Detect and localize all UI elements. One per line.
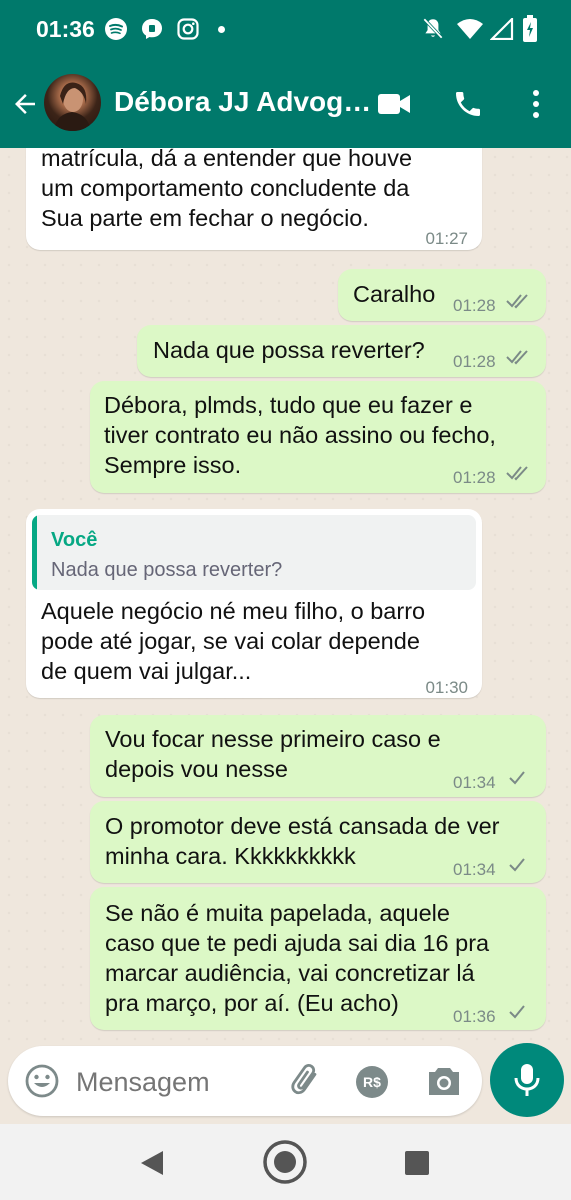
message-bubble-incoming[interactable]: matrícula, dá a entender que houve um co… [26, 148, 482, 250]
message-text: minha cara. Kkkkkkkkkk [105, 843, 356, 869]
message-bubble-outgoing[interactable]: Nada que possa reverter? 01:28 [137, 325, 546, 377]
avatar[interactable] [44, 74, 101, 131]
phone-icon[interactable] [452, 88, 484, 120]
message-text: marcar audiência, vai concretizar lá [105, 960, 475, 986]
message-text: caso que te pedi ajuda sai dia 16 pra [105, 930, 490, 956]
message-text: tiver contrato eu não assino ou fecho, [104, 422, 496, 448]
message-text: matrícula, dá a entender que houve [41, 148, 413, 171]
message-text: Caralho [353, 281, 436, 307]
message-time: 01:30 [425, 678, 468, 697]
chat-header: Débora JJ Advog… [0, 60, 571, 148]
message-bubble-incoming[interactable]: Você Nada que possa reverter? Aquele neg… [26, 509, 482, 698]
mute-icon [423, 18, 443, 39]
message-text: Se não é muita papelada, aquele [105, 900, 450, 926]
home-nav-icon[interactable] [262, 1139, 308, 1185]
contact-name[interactable]: Débora JJ Advog… [114, 86, 371, 118]
message-text: Débora, plmds, tudo que eu fazer e [104, 392, 473, 418]
attach-icon[interactable] [286, 1062, 326, 1100]
dot-icon [218, 26, 225, 33]
wifi-icon [457, 19, 483, 39]
status-bar: 01:36 [0, 0, 571, 60]
message-text: de quem vai julgar... [41, 658, 252, 684]
message-time: 01:28 [453, 296, 496, 315]
signal-icon [490, 18, 514, 40]
messenger-icon [142, 19, 162, 39]
mic-button[interactable] [490, 1043, 564, 1117]
battery-icon [523, 15, 537, 42]
mic-icon [514, 1064, 540, 1096]
message-text: pode até jogar, se vai colar depende [41, 628, 420, 654]
quote-bar [32, 515, 37, 590]
sent-tick-icon [509, 771, 525, 785]
quoted-message[interactable]: Você Nada que possa reverter? [32, 515, 476, 590]
message-time: 01:27 [425, 229, 468, 248]
sent-tick-icon [509, 1005, 525, 1019]
payment-icon-label: R$ [363, 1074, 381, 1090]
emoji-icon[interactable] [24, 1063, 60, 1099]
message-time: 01:28 [453, 352, 496, 371]
back-nav-icon[interactable] [139, 1149, 165, 1177]
message-bubble-outgoing[interactable]: Caralho 01:28 [338, 269, 546, 321]
message-text: depois vou nesse [105, 756, 288, 782]
more-options-icon[interactable] [522, 88, 550, 120]
back-arrow-icon[interactable] [10, 89, 40, 119]
message-bubble-outgoing[interactable]: Débora, plmds, tudo que eu fazer e tiver… [90, 381, 546, 493]
message-bubble-outgoing[interactable]: Vou focar nesse primeiro caso e depois v… [90, 715, 546, 797]
message-text: Nada que possa reverter? [153, 337, 425, 363]
read-receipt-icon [506, 294, 528, 309]
message-text: um comportamento concludente da [41, 175, 410, 201]
camera-icon[interactable] [426, 1064, 462, 1098]
message-bubble-outgoing[interactable]: Se não é muita papelada, aquele caso que… [90, 887, 546, 1030]
status-time: 01:36 [36, 16, 95, 42]
message-time: 01:28 [453, 468, 496, 487]
quote-author: Você [51, 529, 98, 551]
quote-text: Nada que possa reverter? [51, 559, 283, 581]
message-text: O promotor deve está cansada de ver [105, 813, 500, 839]
message-time: 01:36 [453, 1007, 496, 1026]
message-input[interactable] [74, 1062, 278, 1102]
sent-tick-icon [509, 858, 525, 872]
message-composer: R$ [8, 1046, 482, 1116]
message-time: 01:34 [453, 773, 496, 792]
chat-area[interactable]: matrícula, dá a entender que houve um co… [0, 148, 571, 1044]
spotify-icon [105, 18, 127, 40]
recents-nav-icon[interactable] [404, 1150, 430, 1176]
navigation-bar [0, 1124, 571, 1200]
message-text: Vou focar nesse primeiro caso e [105, 726, 441, 752]
message-text: Sempre isso. [104, 452, 242, 478]
instagram-icon [177, 18, 199, 40]
read-receipt-icon [506, 466, 528, 481]
message-text: Sua parte em fechar o negócio. [41, 205, 369, 231]
message-bubble-outgoing[interactable]: O promotor deve está cansada de ver minh… [90, 801, 546, 883]
message-time: 01:34 [453, 860, 496, 879]
message-text: pra março, por aí. (Eu acho) [105, 990, 399, 1016]
video-call-icon[interactable] [376, 90, 412, 118]
read-receipt-icon [506, 350, 528, 365]
message-text: Aquele negócio né meu filho, o barro [41, 598, 426, 624]
payment-icon[interactable]: R$ [356, 1066, 388, 1098]
